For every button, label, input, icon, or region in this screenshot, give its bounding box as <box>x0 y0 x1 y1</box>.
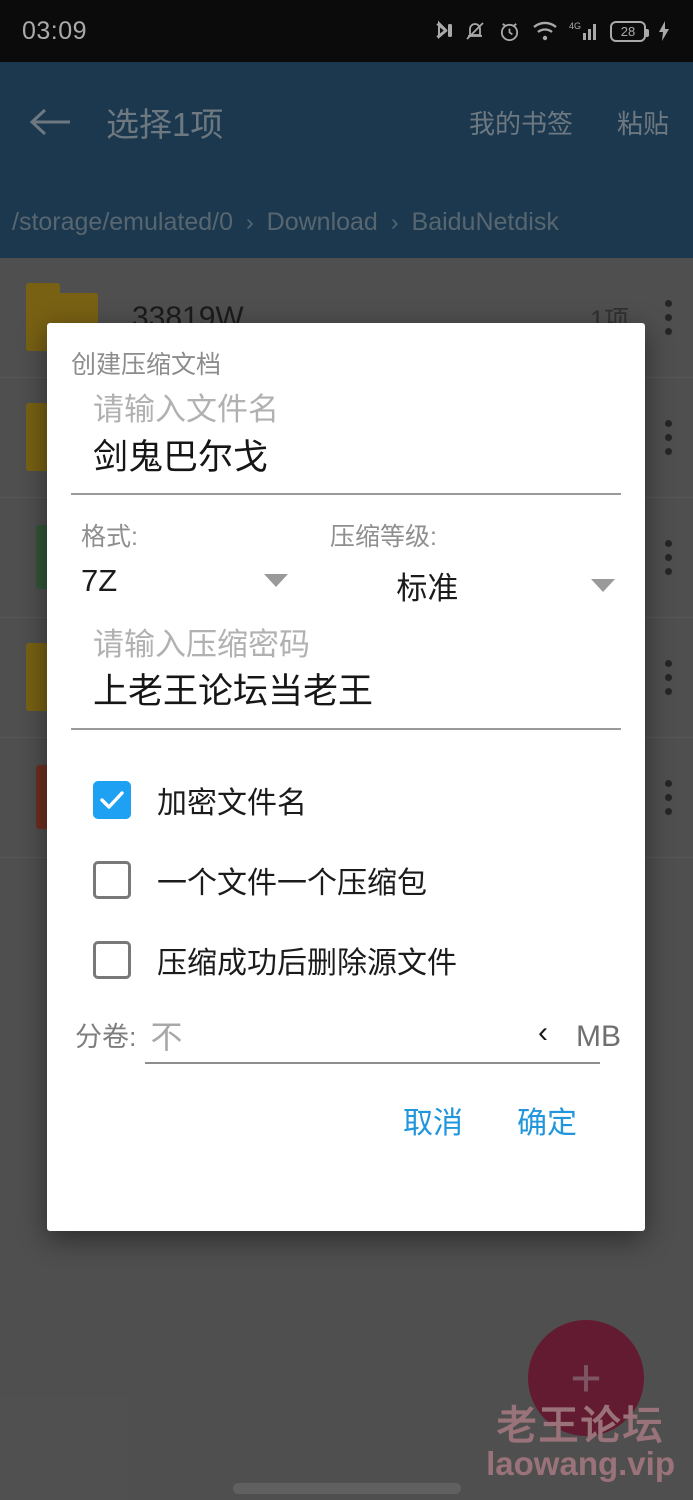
format-label: 格式: <box>81 522 138 551</box>
plus-icon: + <box>570 1348 602 1408</box>
checkbox-unchecked-icon[interactable] <box>93 860 131 899</box>
split-volume-input[interactable]: 不 <box>144 1012 600 1064</box>
breadcrumb: /storage/emulated/0 › Download › BaiduNe… <box>0 186 693 258</box>
checkbox-encrypt-filenames[interactable]: 加密文件名 <box>71 760 621 840</box>
charging-bolt-icon <box>657 20 671 42</box>
paste-button[interactable]: 粘贴 <box>617 104 669 141</box>
page-title: 选择1项 <box>106 106 224 143</box>
confirm-button[interactable]: 确定 <box>517 1098 577 1142</box>
checkbox-label: 一个文件一个压缩包 <box>157 866 427 900</box>
chevron-right-icon: › <box>390 208 399 235</box>
app-bar-row: 选择1项 我的书签 粘贴 <box>0 62 693 182</box>
filename-hint: 请输入文件名 <box>93 392 279 427</box>
status-bar: 03:09 4G 28 <box>0 0 693 62</box>
more-vertical-icon[interactable] <box>651 420 685 455</box>
chevron-right-icon: › <box>245 208 254 235</box>
4g-signal-icon: 4G <box>569 19 599 43</box>
app-bar-actions: 我的书签 粘贴 <box>469 104 669 141</box>
add-button[interactable]: + <box>528 1320 644 1436</box>
chevron-down-icon[interactable] <box>590 578 615 592</box>
svg-text:4G: 4G <box>569 21 581 31</box>
level-value: 标准 <box>396 570 459 606</box>
options-group: 加密文件名 一个文件一个压缩包 压缩成功后删除源文件 <box>71 760 621 1000</box>
level-select[interactable]: 压缩等级: 标准 <box>316 517 621 608</box>
password-underline <box>71 727 621 730</box>
status-icon-group: 4G 28 <box>432 19 671 43</box>
checkbox-label: 压缩成功后删除源文件 <box>157 946 457 980</box>
more-vertical-icon[interactable] <box>651 660 685 695</box>
more-vertical-icon[interactable] <box>651 300 685 335</box>
dialog-body: 请输入文件名 剑鬼巴尔戈 格式: 7Z 压缩等级: 标准 请输入压缩密码 上老王… <box>47 387 645 1142</box>
status-time: 03:09 <box>22 16 88 45</box>
back-arrow-icon[interactable] <box>24 95 78 149</box>
split-volume-underline <box>144 1061 600 1064</box>
split-volume-label: 分卷: <box>75 1021 137 1052</box>
format-level-row: 格式: 7Z 压缩等级: 标准 <box>71 517 621 608</box>
password-hint: 请输入压缩密码 <box>93 626 310 662</box>
dialog-actions: 取消 确定 <box>71 1064 621 1142</box>
navigation-pill[interactable] <box>232 1483 461 1494</box>
password-field[interactable]: 请输入压缩密码 上老王论坛当老王 <box>71 622 621 730</box>
battery-level: 28 <box>620 23 636 39</box>
checkbox-one-archive-per-file[interactable]: 一个文件一个压缩包 <box>71 840 621 920</box>
app-bar: 选择1项 我的书签 粘贴 /storage/emulated/0 › Downl… <box>0 62 693 258</box>
filename-field[interactable]: 请输入文件名 剑鬼巴尔戈 <box>71 387 621 495</box>
level-label: 压缩等级: <box>330 522 437 551</box>
split-volume-hint: 不 <box>150 1018 183 1055</box>
split-volume-row: 分卷: 不 ‹ MB <box>71 1012 621 1064</box>
breadcrumb-segment-0[interactable]: /storage/emulated/0 <box>12 208 233 237</box>
breadcrumb-segment-1[interactable]: Download <box>267 208 378 237</box>
chevron-down-icon[interactable] <box>264 574 288 588</box>
cancel-button[interactable]: 取消 <box>403 1098 463 1142</box>
create-archive-dialog: 创建压缩文档 请输入文件名 剑鬼巴尔戈 格式: 7Z 压缩等级: 标准 请输入压… <box>47 323 645 1231</box>
password-value[interactable]: 上老王论坛当老王 <box>71 668 621 715</box>
checkbox-unchecked-icon[interactable] <box>93 940 131 979</box>
battery-icon: 28 <box>610 20 649 42</box>
checkbox-delete-source-after[interactable]: 压缩成功后删除源文件 <box>71 920 621 1000</box>
checkbox-label: 加密文件名 <box>157 786 307 820</box>
chevron-left-icon[interactable]: ‹ <box>538 1016 548 1064</box>
format-select[interactable]: 格式: 7Z <box>71 517 316 608</box>
more-vertical-icon[interactable] <box>651 540 685 575</box>
breadcrumb-segment-2[interactable]: BaiduNetdisk <box>412 208 559 237</box>
wifi-icon <box>532 20 558 42</box>
bluetooth-icon <box>432 19 452 43</box>
my-bookmarks-button[interactable]: 我的书签 <box>469 104 573 141</box>
filename-underline <box>71 492 621 495</box>
dialog-title: 创建压缩文档 <box>71 351 222 379</box>
format-value: 7Z <box>81 562 118 598</box>
mute-icon <box>463 19 487 43</box>
more-vertical-icon[interactable] <box>651 780 685 815</box>
checkbox-checked-icon[interactable] <box>93 780 131 819</box>
alarm-icon <box>498 20 521 43</box>
filename-value[interactable]: 剑鬼巴尔戈 <box>71 434 621 481</box>
phone-screen: 03:09 4G 28 33819W 1项 选择1项 我的书签 粘贴 /stor… <box>0 0 693 1500</box>
